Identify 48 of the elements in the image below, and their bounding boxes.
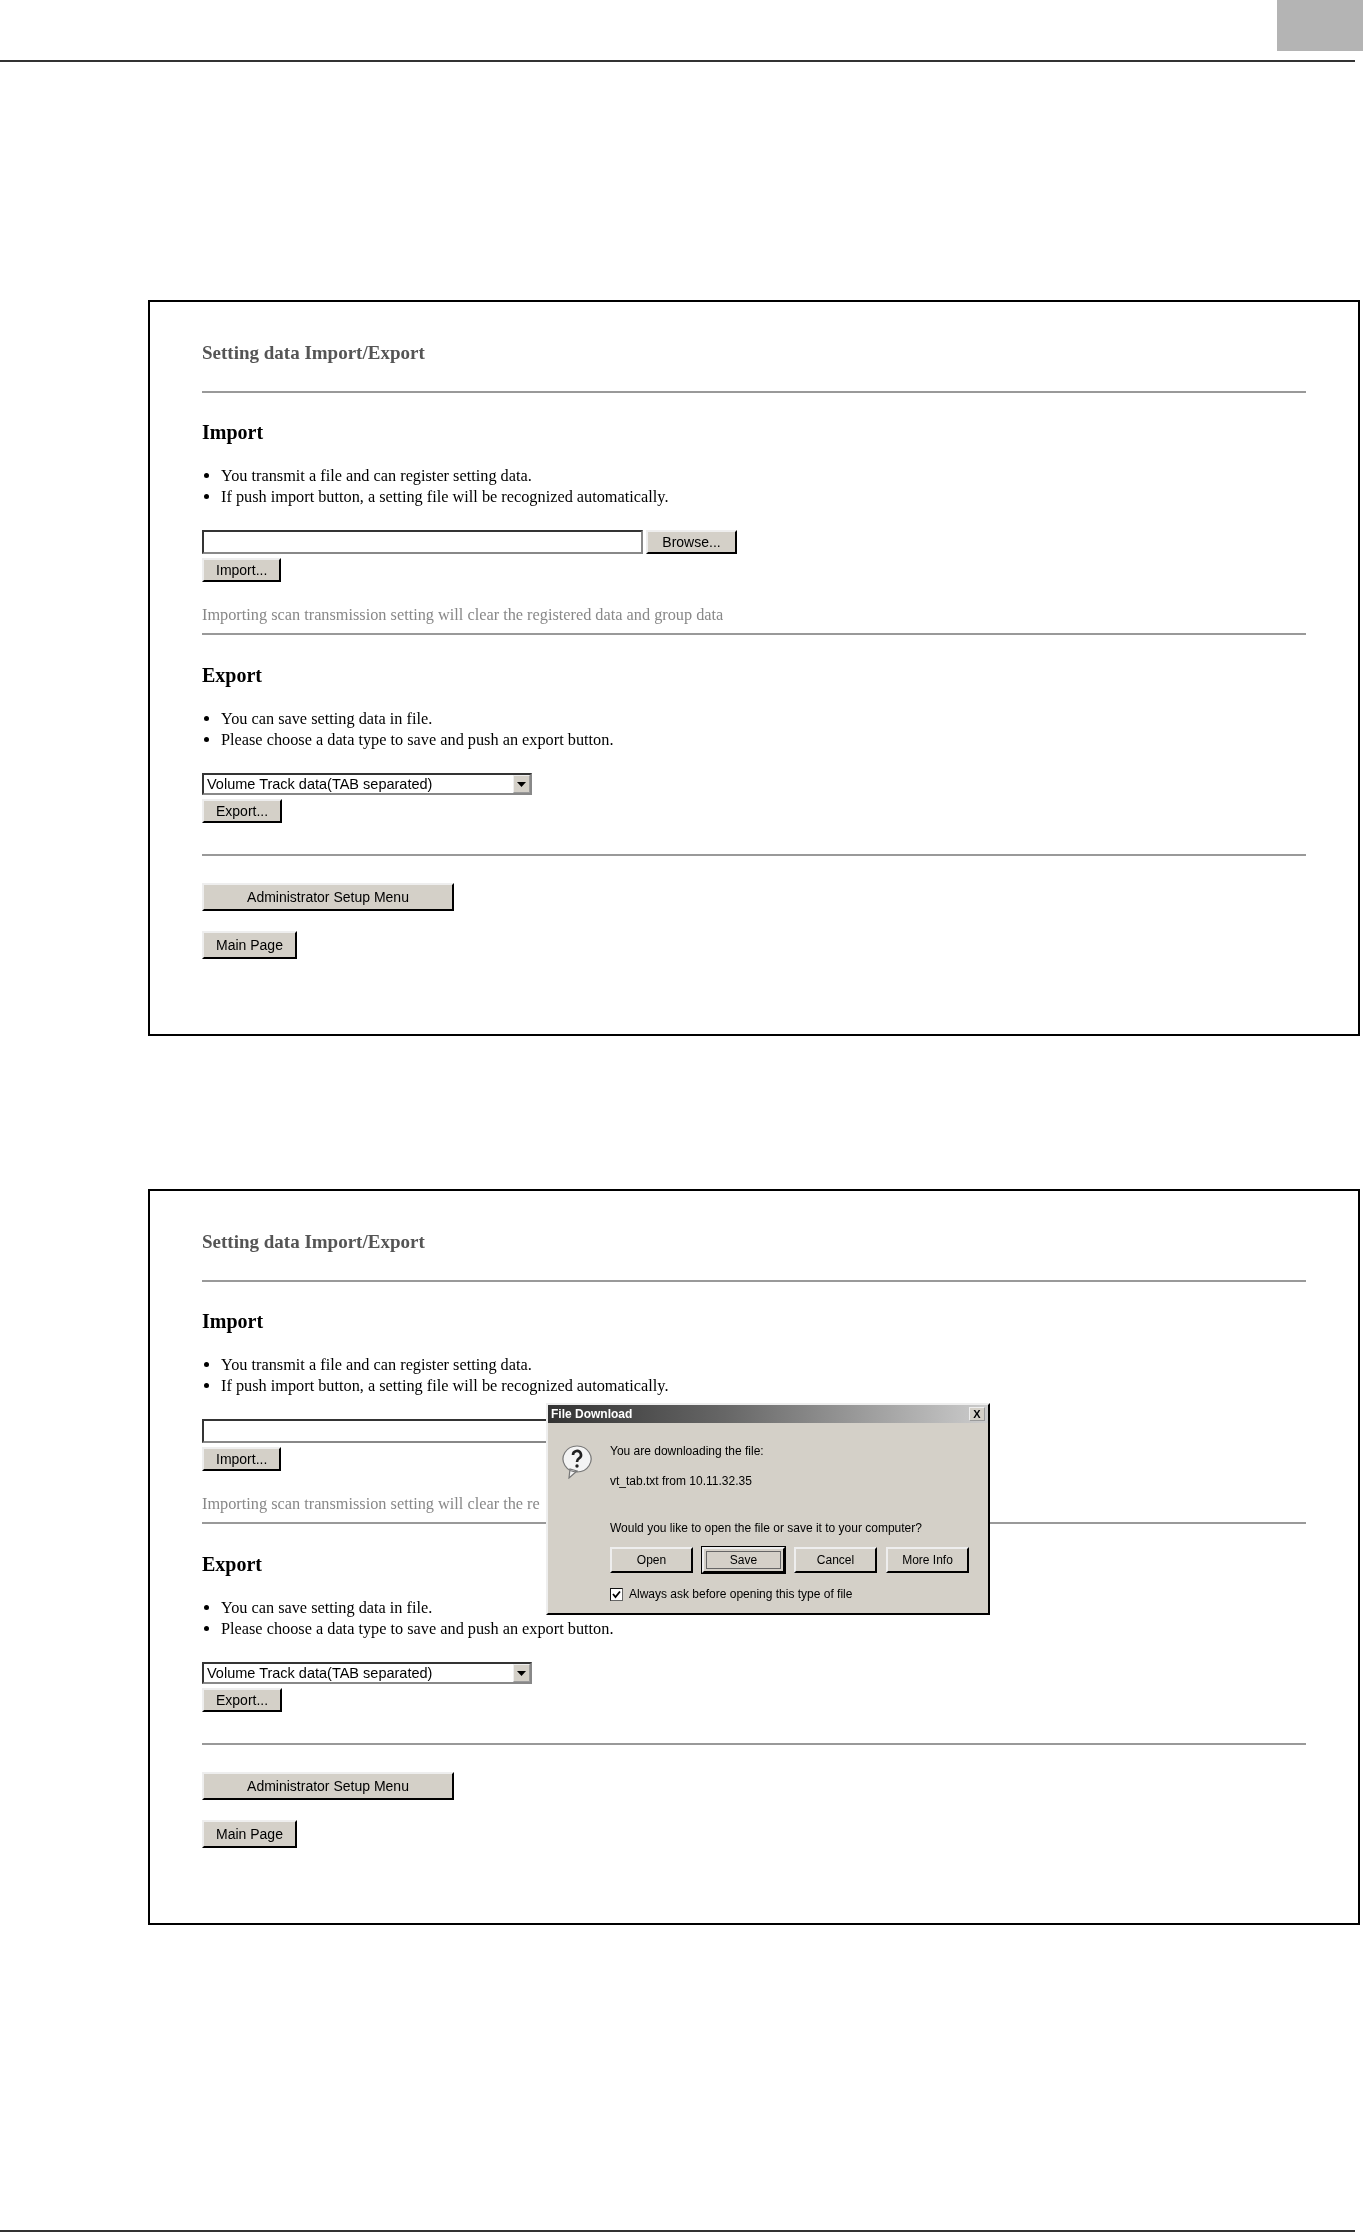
bullet-text: You transmit a file and can register setting data.: [221, 465, 532, 486]
bullet-icon: [204, 1362, 209, 1367]
dialog-button[interactable]: Cancel: [794, 1547, 877, 1573]
data-type-dropdown[interactable]: Volume Track data(TAB separated): [202, 1662, 532, 1684]
browse-button[interactable]: Browse...: [646, 530, 737, 554]
nav-button[interactable]: Administrator Setup Menu: [202, 883, 454, 911]
bullet-text: Please choose a data type to save and push an export button.: [221, 1618, 614, 1639]
section-heading: Import: [202, 420, 264, 444]
dialog-title: File Download: [551, 1407, 633, 1421]
warning-text: Importing scan transmission setting will clear the registered data and group data: [202, 605, 724, 625]
file-path-field[interactable]: [202, 530, 643, 554]
question-bubble-icon: [562, 1445, 592, 1479]
page-title: Setting data Import/Export: [202, 1230, 425, 1254]
nav-button[interactable]: Main Page: [202, 1820, 297, 1848]
bullet-icon: [204, 1626, 209, 1631]
bullet-text: If push import button, a setting file will be recognized automatically.: [221, 486, 669, 507]
checkbox[interactable]: [610, 1587, 623, 1601]
action-button[interactable]: Export...: [202, 1688, 283, 1712]
checkbox-label: Always ask before opening this type of file: [629, 1587, 853, 1601]
bullet-icon: [204, 473, 209, 478]
dialog-button[interactable]: More Info: [886, 1547, 969, 1573]
bullet-text: You transmit a file and can register setting data.: [221, 1354, 532, 1375]
page-title: Setting data Import/Export: [202, 341, 425, 365]
dialog-question: Would you like to open the file or save it to your computer?: [610, 1520, 922, 1537]
file-name-text: vt_tab.txt from 10.11.32.35: [610, 1473, 752, 1490]
nav-button[interactable]: Main Page: [202, 931, 297, 959]
nav-button[interactable]: Administrator Setup Menu: [202, 1772, 454, 1800]
action-button[interactable]: Import...: [202, 558, 282, 582]
close-button[interactable]: X: [969, 1407, 985, 1421]
bullet-text: If push import button, a setting file will be recognized automatically.: [221, 1375, 669, 1396]
section-heading: Export: [202, 1552, 262, 1576]
bullet-icon: [204, 1383, 209, 1388]
dialog-message: You are downloading the file:: [610, 1443, 764, 1460]
section-heading: Import: [202, 1309, 264, 1333]
bullet-text: You can save setting data in file.: [221, 708, 433, 729]
data-type-dropdown[interactable]: Volume Track data(TAB separated): [202, 773, 532, 795]
dialog-button[interactable]: Save: [702, 1547, 785, 1573]
bullet-icon: [204, 1605, 209, 1610]
dialog-button[interactable]: Open: [610, 1547, 693, 1573]
bullet-icon: [204, 716, 209, 721]
warning-text: Importing scan transmission setting will clear the re: [202, 1494, 540, 1514]
action-button[interactable]: Import...: [202, 1447, 282, 1471]
section-heading: Export: [202, 663, 262, 687]
bullet-icon: [204, 737, 209, 742]
bullet-icon: [204, 494, 209, 499]
bullet-text: Please choose a data type to save and push an export button.: [221, 729, 614, 750]
bullet-text: You can save setting data in file.: [221, 1597, 433, 1618]
action-button[interactable]: Export...: [202, 799, 283, 823]
